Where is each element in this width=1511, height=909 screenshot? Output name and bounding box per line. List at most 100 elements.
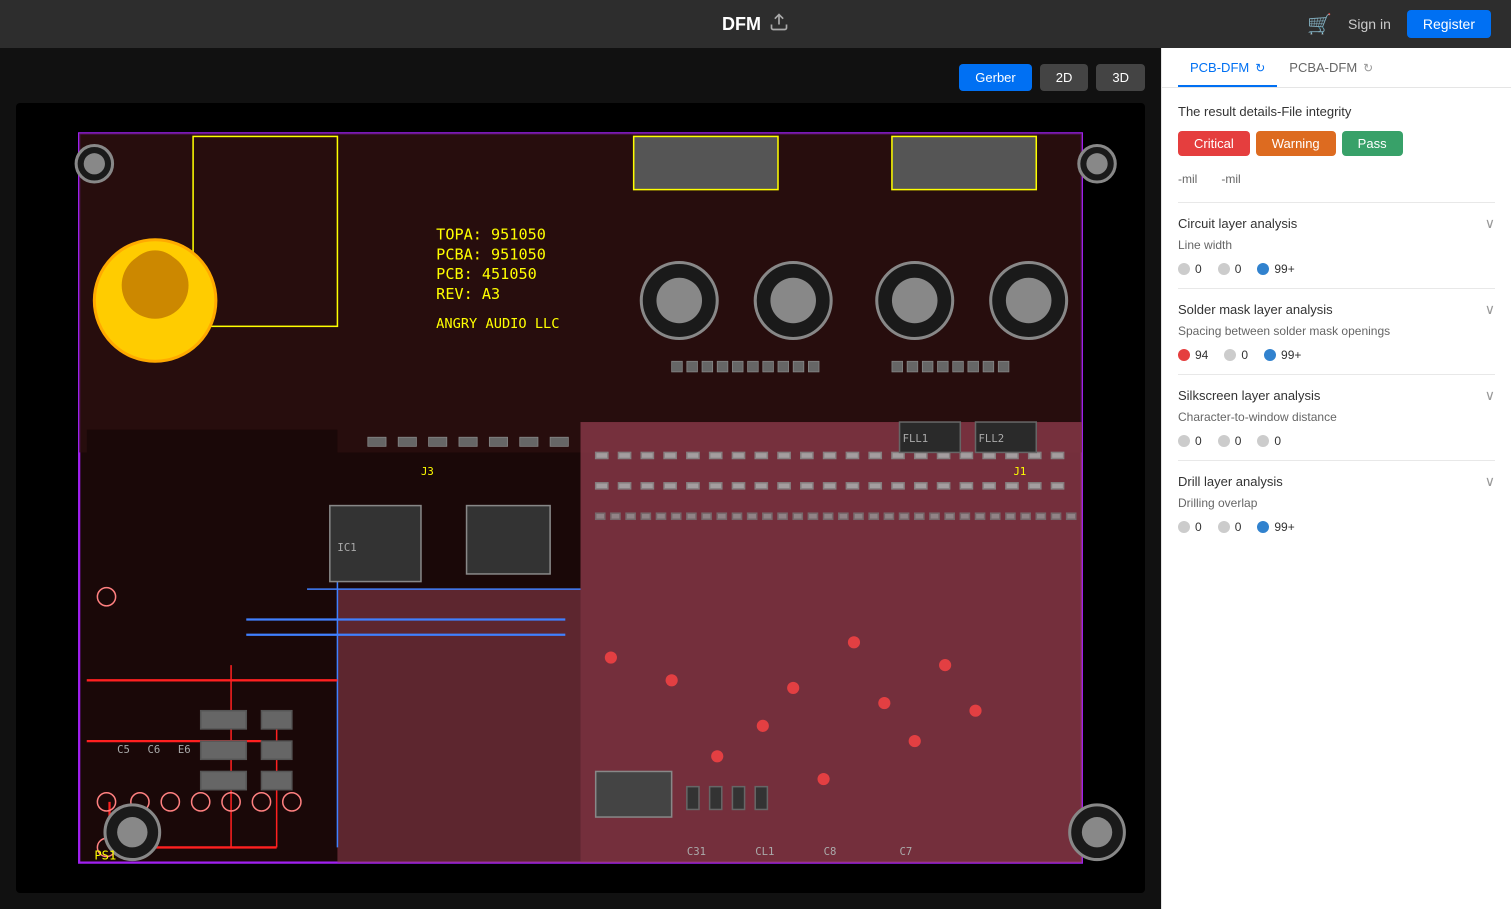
solder-val-0: 94 [1195,348,1208,362]
mil-value-1: -mil [1178,172,1197,186]
circuit-dot-2 [1257,263,1269,275]
circuit-count-2: 99+ [1257,262,1294,276]
drill-count-2: 99+ [1257,520,1294,534]
solder-dot-0 [1178,349,1190,361]
circuit-layer-section: Circuit layer analysis ∨ Line width 0 0 [1178,202,1495,288]
silk-dot-2 [1257,435,1269,447]
svg-text:CL1: CL1 [755,845,774,858]
circuit-layer-subtitle: Line width [1178,238,1495,252]
circuit-layer-title: Circuit layer analysis [1178,216,1297,231]
drill-layer-header[interactable]: Drill layer analysis ∨ [1178,473,1495,490]
silkscreen-section: Silkscreen layer analysis ∨ Character-to… [1178,374,1495,460]
solder-count-1: 0 [1224,348,1248,362]
silkscreen-subtitle: Character-to-window distance [1178,410,1495,424]
circuit-val-2: 99+ [1274,262,1294,276]
silk-dot-0 [1178,435,1190,447]
circuit-layer-chevron: ∨ [1485,215,1495,232]
svg-text:PCB: 451050: PCB: 451050 [436,265,537,283]
circuit-layer-counts: 0 0 99+ [1178,262,1495,276]
solder-mask-title: Solder mask layer analysis [1178,302,1333,317]
silkscreen-title: Silkscreen layer analysis [1178,388,1320,403]
svg-text:FLL2: FLL2 [979,432,1005,445]
register-button[interactable]: Register [1407,10,1491,38]
solder-mask-header[interactable]: Solder mask layer analysis ∨ [1178,301,1495,318]
drill-dot-2 [1257,521,1269,533]
panel-tabs: PCB-DFM ↻ PCBA-DFM ↻ [1162,48,1511,88]
solder-mask-subtitle: Spacing between solder mask openings [1178,324,1495,338]
solder-mask-section: Solder mask layer analysis ∨ Spacing bet… [1178,288,1495,374]
silk-val-2: 0 [1274,434,1281,448]
silk-count-1: 0 [1218,434,1242,448]
svg-text:PS1: PS1 [94,849,116,863]
drill-dot-1 [1218,521,1230,533]
svg-text:C31: C31 [687,845,706,858]
svg-text:J1: J1 [1013,465,1026,478]
svg-text:E6: E6 [178,743,191,756]
upload-icon[interactable] [769,12,789,37]
solder-val-2: 99+ [1281,348,1301,362]
svg-text:PCBA: 951050: PCBA: 951050 [436,245,546,263]
gerber-button[interactable]: Gerber [959,64,1031,91]
drill-layer-title: Drill layer analysis [1178,474,1283,489]
circuit-dot-0 [1178,263,1190,275]
circuit-layer-header[interactable]: Circuit layer analysis ∨ [1178,215,1495,232]
pcba-dfm-refresh-icon: ↻ [1363,61,1373,75]
status-buttons: Critical Warning Pass [1178,131,1495,156]
result-title: The result details-File integrity [1178,104,1495,119]
svg-text:C6: C6 [148,743,161,756]
drill-val-0: 0 [1195,520,1202,534]
pcb-dfm-refresh-icon: ↻ [1255,61,1265,75]
mil-item-1: -mil [1178,172,1197,186]
mil-row: -mil -mil [1178,172,1495,186]
3d-button[interactable]: 3D [1096,64,1145,91]
nav-center: DFM [722,12,789,37]
silk-count-0: 0 [1178,434,1202,448]
solder-dot-1 [1224,349,1236,361]
solder-dot-2 [1264,349,1276,361]
silk-val-1: 0 [1235,434,1242,448]
solder-count-0: 94 [1178,348,1208,362]
drill-val-1: 0 [1235,520,1242,534]
circuit-val-0: 0 [1195,262,1202,276]
pcb-canvas[interactable]: TOPA: 951050 PCBA: 951050 PCB: 451050 RE… [16,103,1145,893]
silkscreen-counts: 0 0 0 [1178,434,1495,448]
circuit-dot-1 [1218,263,1230,275]
mil-value-2: -mil [1221,172,1240,186]
drill-val-2: 99+ [1274,520,1294,534]
viewer-toolbar: Gerber 2D 3D [16,64,1145,91]
critical-button[interactable]: Critical [1178,131,1250,156]
mil-item-2: -mil [1221,172,1240,186]
silkscreen-header[interactable]: Silkscreen layer analysis ∨ [1178,387,1495,404]
svg-text:C7: C7 [900,845,913,858]
svg-text:C8: C8 [824,845,837,858]
solder-mask-chevron: ∨ [1485,301,1495,318]
drill-dot-0 [1178,521,1190,533]
svg-text:ANGRY AUDIO LLC: ANGRY AUDIO LLC [436,316,559,332]
silkscreen-chevron: ∨ [1485,387,1495,404]
cart-icon[interactable]: 🛒 [1307,12,1332,37]
pcb-dfm-label: PCB-DFM [1190,60,1249,75]
silk-val-0: 0 [1195,434,1202,448]
drill-layer-section: Drill layer analysis ∨ Drilling overlap … [1178,460,1495,546]
circuit-val-1: 0 [1235,262,1242,276]
sign-in-button[interactable]: Sign in [1348,16,1391,32]
right-panel: PCB-DFM ↻ PCBA-DFM ↻ The result details-… [1161,48,1511,909]
svg-text:TOPA: 951050: TOPA: 951050 [436,226,546,244]
silk-dot-1 [1218,435,1230,447]
svg-text:REV: A3: REV: A3 [436,285,500,303]
pcb-area: Gerber 2D 3D [0,48,1161,909]
warning-button[interactable]: Warning [1256,131,1336,156]
solder-mask-counts: 94 0 99+ [1178,348,1495,362]
silk-count-2: 0 [1257,434,1281,448]
2d-button[interactable]: 2D [1040,64,1089,91]
svg-text:C5: C5 [117,743,130,756]
nav-right: 🛒 Sign in Register [1291,10,1491,38]
svg-text:FLL1: FLL1 [903,432,929,445]
drill-count-0: 0 [1178,520,1202,534]
pass-button[interactable]: Pass [1342,131,1403,156]
app-title: DFM [722,14,761,35]
tab-pcb-dfm[interactable]: PCB-DFM ↻ [1178,48,1277,87]
drill-count-1: 0 [1218,520,1242,534]
tab-pcba-dfm[interactable]: PCBA-DFM ↻ [1277,48,1385,87]
main-layout: Gerber 2D 3D [0,48,1511,909]
